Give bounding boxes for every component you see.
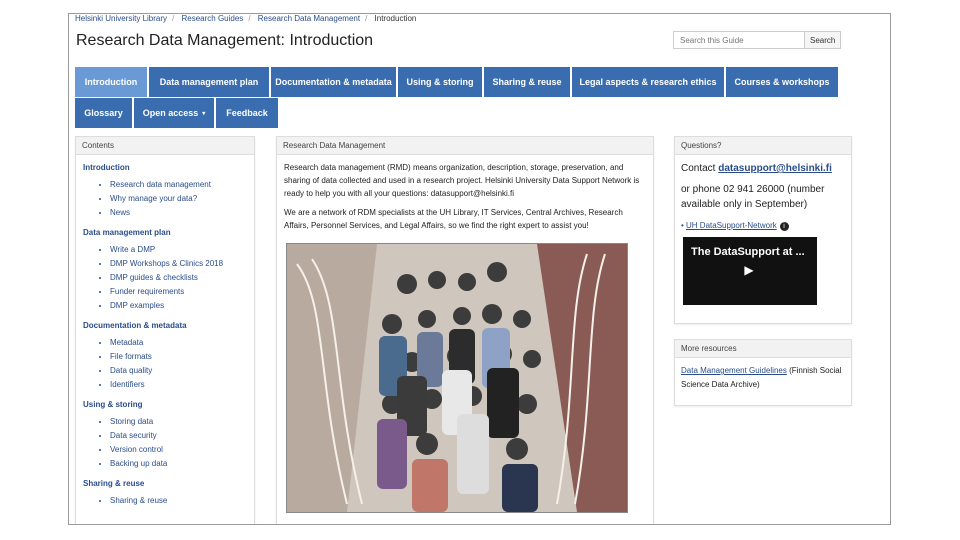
breadcrumb-library[interactable]: Helsinki University Library: [75, 14, 167, 23]
toc-section-documentation[interactable]: Documentation & metadata: [83, 321, 254, 330]
tab-bar: Introduction Data management plan Docume…: [75, 67, 851, 129]
toc-section-introduction[interactable]: Introduction: [83, 163, 254, 172]
toc-item[interactable]: Funder requirements: [110, 285, 254, 299]
toc-item[interactable]: Research data management: [110, 178, 254, 192]
toc-item[interactable]: Sharing & reuse: [110, 494, 254, 508]
chevron-down-icon: ▾: [202, 110, 206, 117]
toc-item[interactable]: Data quality: [110, 364, 254, 378]
tab-data-management-plan[interactable]: Data management plan: [149, 67, 269, 97]
tab-glossary[interactable]: Glossary: [75, 98, 132, 128]
more-resources-panel: More resources Data Management Guideline…: [674, 339, 852, 406]
toc-item[interactable]: DMP guides & checklists: [110, 271, 254, 285]
intro-paragraph: Research data management (RMD) means org…: [284, 163, 640, 198]
tab-open-access-label: Open access: [142, 108, 199, 118]
breadcrumb-guides[interactable]: Research Guides: [182, 14, 244, 23]
toc-item[interactable]: Storing data: [110, 415, 254, 429]
toc-section-dmp[interactable]: Data management plan: [83, 228, 254, 237]
toc-item[interactable]: Data security: [110, 429, 254, 443]
contents-panel: Contents Introduction Research data mana…: [75, 136, 255, 524]
team-photo: [286, 243, 628, 513]
guidelines-link[interactable]: Data Management Guidelines: [681, 366, 787, 375]
browser-page: Helsinki University Library / Research Gu…: [68, 13, 891, 525]
breadcrumb-current: Introduction: [374, 14, 417, 23]
tab-using-storing[interactable]: Using & storing: [398, 67, 482, 97]
video-title: The DataSupport at ...: [691, 246, 805, 258]
datasupport-network-link[interactable]: UH DataSupport-Network: [686, 221, 777, 230]
email-link[interactable]: datasupport@helsinki.fi: [718, 163, 832, 174]
phone-text: or phone 02 941 26000 (number available …: [681, 184, 825, 210]
tab-legal-aspects[interactable]: Legal aspects & research ethics: [572, 67, 724, 97]
toc-item[interactable]: DMP examples: [110, 299, 254, 313]
questions-heading: Questions?: [675, 137, 851, 155]
search-input[interactable]: [673, 31, 805, 49]
tab-open-access[interactable]: Open access ▾: [134, 98, 214, 128]
network-paragraph: We are a network of RDM specialists at t…: [284, 208, 623, 230]
contact-prefix: Contact: [681, 163, 719, 174]
toc-item[interactable]: File formats: [110, 350, 254, 364]
page-title: Research Data Management: Introduction: [76, 32, 374, 49]
tab-introduction[interactable]: Introduction: [75, 67, 147, 97]
breadcrumb-rdm[interactable]: Research Data Management: [258, 14, 360, 23]
tab-courses-workshops[interactable]: Courses & workshops: [726, 67, 838, 97]
toc-item[interactable]: DMP Workshops & Clinics 2018: [110, 257, 254, 271]
toc-item[interactable]: Metadata: [110, 336, 254, 350]
contents-heading: Contents: [76, 137, 254, 155]
tab-documentation-metadata[interactable]: Documentation & metadata: [271, 67, 396, 97]
breadcrumb: Helsinki University Library / Research Gu…: [75, 14, 417, 23]
search-button[interactable]: Search: [805, 31, 842, 49]
toc-item[interactable]: Why manage your data?: [110, 192, 254, 206]
toc-section-using[interactable]: Using & storing: [83, 400, 254, 409]
main-content-panel: Research Data Management Research data m…: [276, 136, 654, 524]
toc-item[interactable]: Write a DMP: [110, 243, 254, 257]
toc-item[interactable]: Version control: [110, 443, 254, 457]
toc-item[interactable]: Identifiers: [110, 378, 254, 392]
toc-item[interactable]: News: [110, 206, 254, 220]
search-form: Search: [673, 31, 842, 49]
toc-section-sharing[interactable]: Sharing & reuse: [83, 479, 254, 488]
toc-item[interactable]: Backing up data: [110, 457, 254, 471]
main-heading: Research Data Management: [277, 137, 653, 155]
video-thumbnail[interactable]: The DataSupport at ... ▶: [683, 237, 817, 305]
questions-panel: Questions? Contact datasupport@helsinki.…: [674, 136, 852, 324]
tab-feedback[interactable]: Feedback: [216, 98, 278, 128]
info-icon[interactable]: i: [779, 222, 789, 231]
more-resources-heading: More resources: [675, 340, 851, 358]
play-icon[interactable]: ▶: [740, 261, 758, 279]
tab-sharing-reuse[interactable]: Sharing & reuse: [484, 67, 570, 97]
